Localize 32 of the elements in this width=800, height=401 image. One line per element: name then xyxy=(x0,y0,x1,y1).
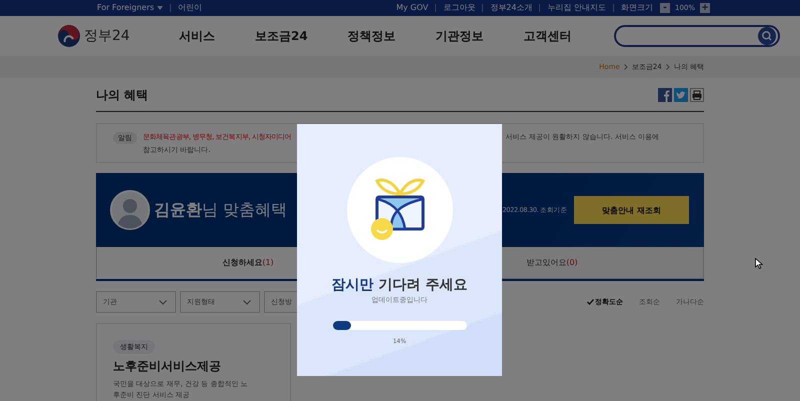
search-field[interactable] xyxy=(614,25,780,47)
chevron-down-icon xyxy=(243,300,251,304)
top-link[interactable]: 누리집 안내지도 xyxy=(539,4,613,12)
zoom-in-button[interactable]: + xyxy=(700,3,710,13)
check-icon xyxy=(587,299,594,305)
logo-text[interactable]: 정부24 xyxy=(84,27,130,45)
chevron-icon xyxy=(666,64,670,70)
chevron-down-icon xyxy=(159,300,167,304)
page-title: 나의 혜택 xyxy=(96,86,148,104)
avatar-icon xyxy=(110,190,150,230)
top-link[interactable]: For Foreigners xyxy=(90,4,170,12)
refresh-button[interactable]: 맞춤안내 재조회 xyxy=(574,196,689,224)
top-link[interactable]: 정부24소개 xyxy=(482,4,540,12)
print-icon[interactable] xyxy=(690,88,704,102)
card-title: 노후준비서비스제공 xyxy=(113,358,221,375)
nav-item[interactable]: 고객센터 xyxy=(524,28,572,44)
chevron-icon xyxy=(624,64,628,70)
top-link[interactable]: 어린이 xyxy=(170,4,210,12)
top-link[interactable]: 로그아웃 xyxy=(435,4,482,12)
zoom-out-button[interactable]: - xyxy=(660,3,670,13)
nav-item[interactable]: 서비스 xyxy=(179,28,215,44)
logo-icon xyxy=(57,24,81,48)
banner-title: 김윤환님 맞춤혜택 xyxy=(154,200,288,220)
search-icon[interactable] xyxy=(758,27,776,45)
nav-item[interactable]: 보조금24 xyxy=(255,28,308,44)
facebook-icon[interactable] xyxy=(658,88,672,102)
cursor-icon xyxy=(755,258,763,269)
nav-item[interactable]: 기관정보 xyxy=(436,28,484,44)
dialog-title: 잠시만 기다려 주세요 xyxy=(332,276,468,294)
top-link[interactable]: My GOV xyxy=(389,4,436,12)
nav-item[interactable]: 정책정보 xyxy=(348,28,396,44)
twitter-icon[interactable] xyxy=(674,88,688,102)
